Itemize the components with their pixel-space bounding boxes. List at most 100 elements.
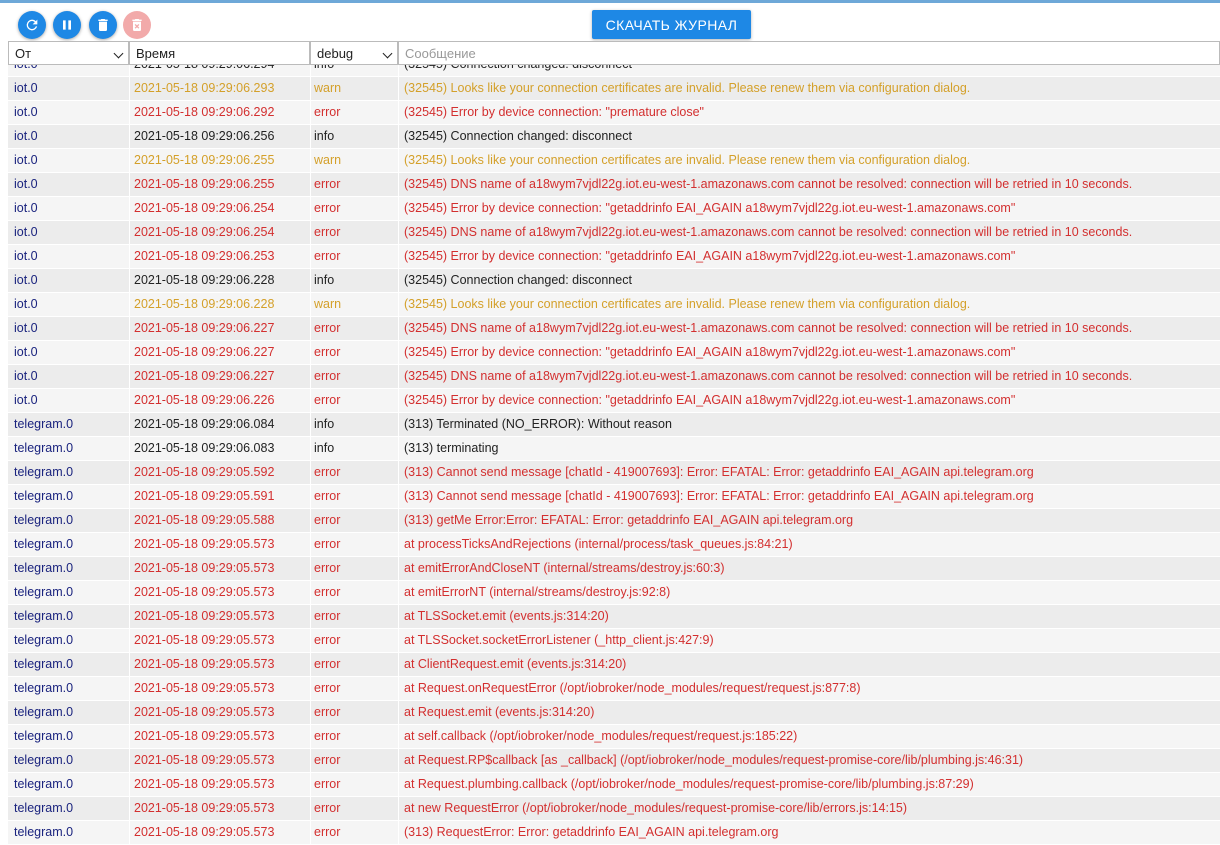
log-time: 2021-05-18 09:29:05.573 bbox=[134, 753, 275, 767]
log-time: 2021-05-18 09:29:06.253 bbox=[134, 249, 275, 263]
column-separator bbox=[310, 77, 311, 100]
column-separator bbox=[310, 749, 311, 772]
pause-button[interactable] bbox=[53, 11, 81, 39]
delete-icon bbox=[98, 19, 108, 31]
time-column-header: Время bbox=[129, 41, 310, 65]
log-row: iot.0 2021-05-18 09:29:06.226 error (32545)… bbox=[8, 389, 1220, 413]
log-message: at new RequestError (/opt/iobroker/node_… bbox=[404, 801, 908, 815]
column-separator bbox=[129, 677, 130, 700]
column-separator bbox=[398, 797, 399, 820]
log-time: 2021-05-18 09:29:05.573 bbox=[134, 537, 275, 551]
column-separator bbox=[310, 725, 311, 748]
log-message: (32545) Error by device connection: "get… bbox=[404, 393, 1016, 407]
level-filter-select[interactable]: debug bbox=[310, 41, 398, 65]
column-separator bbox=[129, 101, 130, 124]
log-source: iot.0 bbox=[14, 297, 38, 311]
log-source: iot.0 bbox=[14, 225, 38, 239]
log-message: (32545) Error by device connection: "pre… bbox=[404, 105, 704, 119]
log-time: 2021-05-18 09:29:06.228 bbox=[134, 297, 275, 311]
column-separator bbox=[398, 605, 399, 628]
column-separator bbox=[398, 773, 399, 796]
log-level: error bbox=[314, 753, 341, 767]
log-row: iot.0 2021-05-18 09:29:06.256 info (32545) … bbox=[8, 125, 1220, 149]
column-separator bbox=[398, 149, 399, 172]
log-source: iot.0 bbox=[14, 201, 38, 215]
log-row: telegram.0 2021-05-18 09:29:06.083 info (31… bbox=[8, 437, 1220, 461]
log-message: (32545) Error by device connection: "get… bbox=[404, 345, 1016, 359]
download-log-button[interactable]: СКАЧАТЬ ЖУРНАЛ bbox=[592, 10, 751, 39]
log-message: (32545) Connection changed: disconnect bbox=[404, 273, 632, 287]
log-row: telegram.0 2021-05-18 09:29:05.573 error at… bbox=[8, 797, 1220, 821]
log-row: iot.0 2021-05-18 09:29:06.293 warn (32545) … bbox=[8, 77, 1220, 101]
log-level: info bbox=[314, 273, 335, 287]
log-source: iot.0 bbox=[14, 369, 38, 383]
log-level: error bbox=[314, 225, 341, 239]
log-time: 2021-05-18 09:29:05.592 bbox=[134, 465, 275, 479]
pause-icon bbox=[63, 20, 71, 30]
log-source: telegram.0 bbox=[14, 633, 74, 647]
log-source: telegram.0 bbox=[14, 705, 74, 719]
log-message: at Request.RP$callback [as _callback] (/… bbox=[404, 753, 1024, 767]
log-row: iot.0 2021-05-18 09:29:06.254 error (32545)… bbox=[8, 221, 1220, 245]
column-separator bbox=[310, 149, 311, 172]
log-message: at emitErrorAndCloseNT (internal/streams… bbox=[404, 561, 725, 575]
column-separator bbox=[310, 437, 311, 460]
log-source: iot.0 bbox=[14, 273, 38, 287]
log-time: 2021-05-18 09:29:05.588 bbox=[134, 513, 275, 527]
delete-button[interactable] bbox=[89, 11, 117, 39]
log-level: warn bbox=[314, 153, 342, 167]
log-time: 2021-05-18 09:29:05.591 bbox=[134, 489, 275, 503]
log-level: error bbox=[314, 345, 341, 359]
column-separator bbox=[310, 365, 311, 388]
log-level: error bbox=[314, 513, 341, 527]
log-time: 2021-05-18 09:29:05.573 bbox=[134, 561, 275, 575]
column-separator bbox=[398, 245, 399, 268]
log-row: telegram.0 2021-05-18 09:29:05.573 error at… bbox=[8, 677, 1220, 701]
message-filter-input[interactable]: Сообщение bbox=[398, 41, 1220, 65]
column-separator bbox=[398, 77, 399, 100]
column-separator bbox=[310, 797, 311, 820]
log-row: iot.0 2021-05-18 09:29:06.255 error (32545)… bbox=[8, 173, 1220, 197]
log-source: telegram.0 bbox=[14, 681, 74, 695]
log-source: telegram.0 bbox=[14, 417, 74, 431]
table-header: От Время debug Сообщение bbox=[8, 41, 1220, 65]
column-separator bbox=[129, 173, 130, 196]
column-separator bbox=[129, 221, 130, 244]
log-message: at ClientRequest.emit (events.js:314:20) bbox=[404, 657, 627, 671]
log-level: error bbox=[314, 633, 341, 647]
refresh-button[interactable] bbox=[18, 11, 46, 39]
column-separator bbox=[129, 725, 130, 748]
log-message: (32545) DNS name of a18wym7vjdl22g.iot.e… bbox=[404, 177, 1133, 191]
log-row: telegram.0 2021-05-18 09:29:05.573 error at… bbox=[8, 701, 1220, 725]
column-separator bbox=[398, 701, 399, 724]
log-time: 2021-05-18 09:29:06.227 bbox=[134, 345, 275, 359]
log-source: iot.0 bbox=[14, 393, 38, 407]
log-time: 2021-05-18 09:29:06.293 bbox=[134, 81, 275, 95]
log-level: info bbox=[314, 441, 335, 455]
column-separator bbox=[310, 701, 311, 724]
log-time: 2021-05-18 09:29:05.573 bbox=[134, 705, 275, 719]
log-row: iot.0 2021-05-18 09:29:06.228 warn (32545) … bbox=[8, 293, 1220, 317]
column-separator bbox=[129, 509, 130, 532]
column-separator bbox=[310, 821, 311, 844]
log-row: telegram.0 2021-05-18 09:29:05.573 error at… bbox=[8, 653, 1220, 677]
log-time: 2021-05-18 09:29:05.573 bbox=[134, 801, 275, 815]
log-time: 2021-05-18 09:29:05.573 bbox=[134, 729, 275, 743]
column-separator bbox=[398, 437, 399, 460]
source-filter-select[interactable]: От bbox=[8, 41, 129, 65]
log-source: telegram.0 bbox=[14, 465, 74, 479]
log-level: error bbox=[314, 465, 341, 479]
log-message: at processTicksAndRejections (internal/p… bbox=[404, 537, 793, 551]
log-row: iot.0 2021-05-18 09:29:06.227 error (32545)… bbox=[8, 317, 1220, 341]
column-separator bbox=[129, 485, 130, 508]
log-row: telegram.0 2021-05-18 09:29:05.573 error (3… bbox=[8, 821, 1220, 845]
column-separator bbox=[398, 173, 399, 196]
log-source: telegram.0 bbox=[14, 561, 74, 575]
log-row: telegram.0 2021-05-18 09:29:05.573 error at… bbox=[8, 749, 1220, 773]
log-level: error bbox=[314, 177, 341, 191]
log-time: 2021-05-18 09:29:06.255 bbox=[134, 153, 275, 167]
log-time: 2021-05-18 09:29:06.292 bbox=[134, 105, 275, 119]
column-separator bbox=[398, 461, 399, 484]
log-row: telegram.0 2021-05-18 09:29:05.573 error at… bbox=[8, 773, 1220, 797]
delete-forever-button[interactable] bbox=[123, 11, 151, 39]
